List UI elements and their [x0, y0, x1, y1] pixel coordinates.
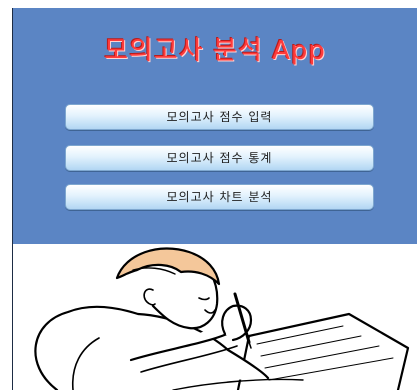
- student-writing-exam-icon: [34, 247, 410, 390]
- score-input-button[interactable]: 모의고사 점수 입력: [65, 104, 374, 130]
- app-window: 모의고사 분석 App 모의고사 점수 입력 모의고사 점수 통계 모의고사 차…: [0, 0, 417, 390]
- score-statistics-button[interactable]: 모의고사 점수 통계: [65, 145, 374, 171]
- app-title: 모의고사 분석 App: [104, 36, 326, 66]
- paper-sheet: [236, 312, 410, 390]
- chart-analysis-button[interactable]: 모의고사 차트 분석: [65, 184, 374, 210]
